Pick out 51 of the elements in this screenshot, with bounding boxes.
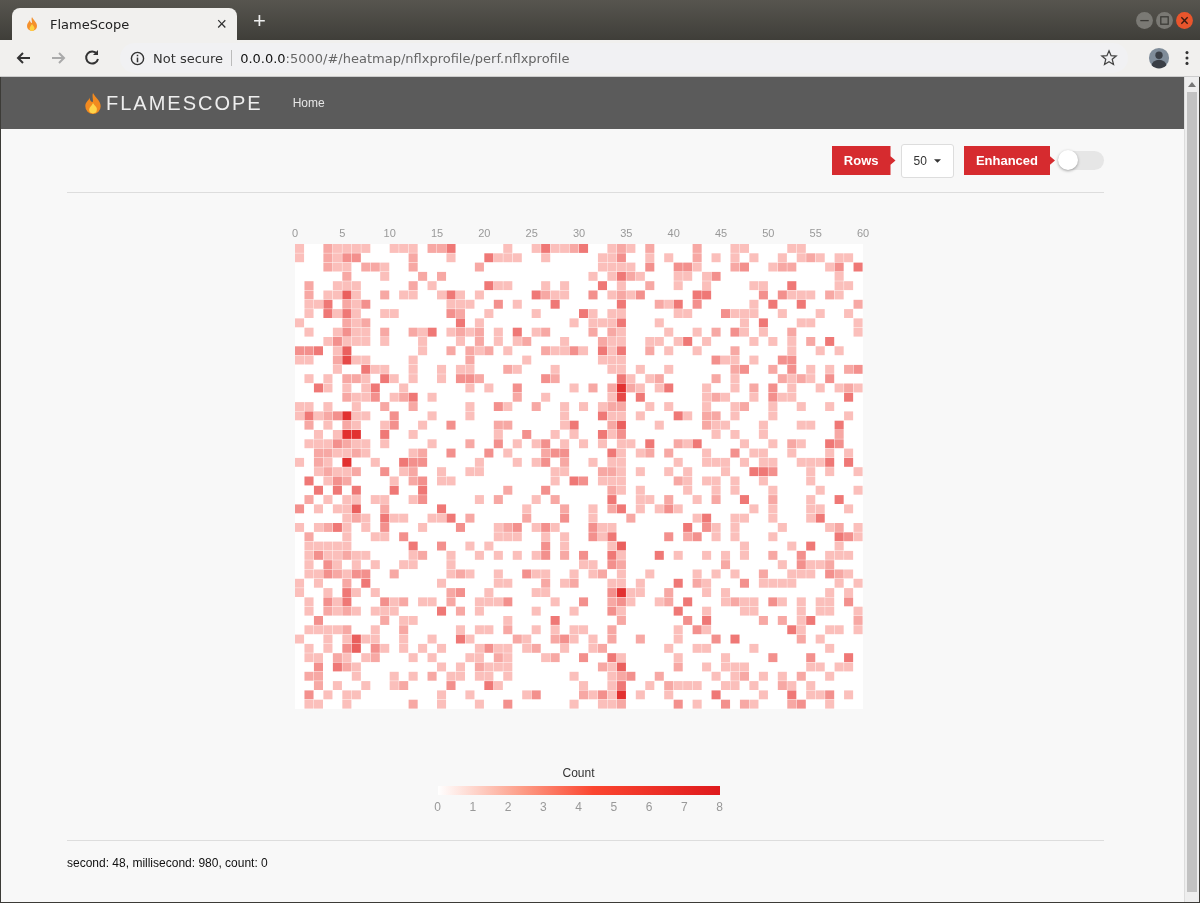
legend-title: Count <box>562 766 595 780</box>
axis-tick-label: 15 <box>430 227 444 239</box>
rows-dropdown[interactable]: 50 <box>900 143 954 178</box>
axis-tick-label: 0 <box>291 227 299 239</box>
flame-icon <box>24 16 40 32</box>
axis-tick-label: 50 <box>762 227 775 239</box>
axis-tick-label: 45 <box>714 227 728 239</box>
reload-icon[interactable] <box>82 48 102 68</box>
nav-link[interactable]: Home <box>292 96 325 110</box>
legend-tick-label: 0 <box>434 800 441 814</box>
tab-title: FlameScope <box>50 16 131 32</box>
legend-tick-label: 6 <box>645 800 653 814</box>
info-icon <box>130 50 145 66</box>
legend-tick-label: 7 <box>680 800 688 814</box>
address-bar[interactable]: Not secure 0.0.0.0:5000/#/heatmap/nflxprofile/perf.nflxprofile <box>120 43 1128 73</box>
legend-tick-label: 4 <box>575 800 582 814</box>
axis-tick-label: 5 <box>339 227 346 239</box>
brand-name[interactable]: FLAMESCOPE <box>106 91 263 115</box>
axis-tick-label: 60 <box>856 227 870 239</box>
axis-tick-label: 40 <box>667 227 680 239</box>
browser-tab[interactable]: FlameScope × <box>12 8 237 40</box>
new-tab-button[interactable]: + <box>253 8 266 34</box>
axis-tick-label: 35 <box>620 227 633 239</box>
close-tab-button[interactable]: × <box>216 13 227 35</box>
legend-tick-label: 8 <box>716 800 723 814</box>
legend-tick-label: 3 <box>539 800 547 814</box>
legend-tick-label: 2 <box>504 800 512 814</box>
legend-tick-label: 5 <box>610 800 618 814</box>
avatar-icon[interactable] <box>1148 47 1170 69</box>
menu-icon[interactable] <box>1184 49 1190 67</box>
maximize-icon[interactable] <box>1155 10 1174 30</box>
enhanced-toggle[interactable] <box>1058 151 1104 170</box>
axis-tick-label: 25 <box>525 227 538 239</box>
close-icon[interactable] <box>1175 10 1194 30</box>
scrollbar[interactable] <box>1184 77 1199 902</box>
flame-icon <box>84 92 102 114</box>
scroll-up-icon[interactable] <box>1188 82 1196 87</box>
legend-tick-label: 1 <box>469 800 477 814</box>
rows-label: Rows <box>831 146 896 175</box>
heatmap-drawing[interactable] <box>295 244 863 709</box>
security-label: Not secure <box>153 50 224 66</box>
minimize-icon[interactable] <box>1135 10 1154 30</box>
url-text: 0.0.0.0:5000/#/heatmap/nflxprofile/perf.nflxprofile <box>240 50 571 66</box>
caret-icon <box>933 158 941 163</box>
star-icon[interactable] <box>1100 49 1118 67</box>
axis-tick-label: 30 <box>572 227 586 239</box>
status-text: second: 48, millisecond: 980, count: 0 <box>67 856 269 870</box>
axis-tick-label: 20 <box>478 227 491 239</box>
axis-tick-label: 55 <box>809 227 822 239</box>
enhanced-label: Enhanced <box>963 146 1055 175</box>
axis-tick-label: 10 <box>383 227 396 239</box>
